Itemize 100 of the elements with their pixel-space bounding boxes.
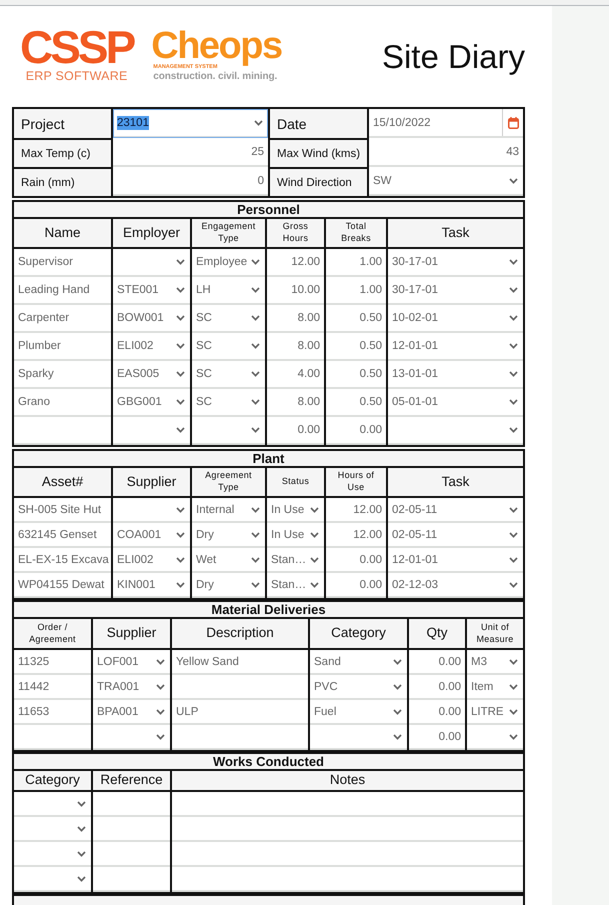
number-field[interactable]: 25 — [113, 138, 268, 167]
dropdown[interactable]: ELI002 — [113, 333, 190, 361]
dropdown[interactable]: Item — [467, 675, 523, 700]
number-field[interactable]: 0 — [113, 167, 268, 196]
dropdown[interactable]: COA001 — [113, 523, 190, 548]
text-field[interactable]: Yellow Sand — [172, 650, 308, 675]
dropdown[interactable] — [113, 498, 190, 523]
dropdown[interactable]: PVC — [310, 675, 407, 700]
dropdown[interactable]: Stan… — [267, 573, 324, 598]
dropdown[interactable]: LITRE — [467, 700, 523, 725]
dropdown[interactable]: SC — [192, 333, 265, 361]
dropdown[interactable] — [388, 417, 523, 445]
number-field[interactable]: 0.00 — [409, 725, 465, 750]
dropdown[interactable]: Stan… — [267, 548, 324, 573]
dropdown[interactable]: 05-01-01 — [388, 389, 523, 417]
number-field[interactable]: 4.00 — [267, 361, 324, 389]
dropdown[interactable] — [192, 417, 265, 445]
dropdown[interactable]: 23101 — [113, 109, 268, 138]
number-field[interactable]: 0.00 — [409, 650, 465, 675]
number-field[interactable]: 0.50 — [326, 389, 386, 417]
dropdown[interactable]: LH — [192, 277, 265, 305]
dropdown[interactable] — [14, 842, 91, 867]
dropdown[interactable] — [93, 725, 170, 750]
dropdown[interactable]: In Use — [267, 523, 324, 548]
dropdown[interactable]: Dry — [192, 573, 265, 598]
number-field[interactable]: 0.00 — [409, 675, 465, 700]
number-field[interactable]: 0.00 — [326, 548, 386, 573]
dropdown[interactable]: In Use — [267, 498, 324, 523]
text-field[interactable] — [93, 842, 170, 867]
text-field[interactable] — [14, 725, 91, 750]
dropdown[interactable] — [113, 249, 190, 277]
text-field[interactable]: ULP — [172, 700, 308, 725]
number-field[interactable]: 12.00 — [326, 498, 386, 523]
dropdown[interactable]: 30-17-01 — [388, 249, 523, 277]
dropdown[interactable]: 02-05-11 — [388, 523, 523, 548]
dropdown[interactable]: 02-05-11 — [388, 498, 523, 523]
text-field[interactable] — [172, 725, 308, 750]
number-field[interactable]: 12.00 — [326, 523, 386, 548]
dropdown[interactable]: KIN001 — [113, 573, 190, 598]
text-field[interactable] — [93, 792, 170, 817]
dropdown[interactable]: BOW001 — [113, 305, 190, 333]
dropdown[interactable]: 30-17-01 — [388, 277, 523, 305]
dropdown[interactable]: Fuel — [310, 700, 407, 725]
dropdown[interactable]: ELI002 — [113, 548, 190, 573]
dropdown[interactable]: TRA001 — [93, 675, 170, 700]
text-field[interactable] — [172, 817, 523, 842]
number-field[interactable]: 0.00 — [326, 573, 386, 598]
number-field[interactable]: 0.50 — [326, 361, 386, 389]
dropdown[interactable] — [310, 725, 407, 750]
dropdown[interactable]: Dry — [192, 523, 265, 548]
text-field[interactable] — [93, 867, 170, 892]
text-field[interactable] — [172, 792, 523, 817]
dropdown[interactable]: 10-02-01 — [388, 305, 523, 333]
number-field[interactable]: 8.00 — [267, 305, 324, 333]
number-field[interactable]: 0.00 — [326, 417, 386, 445]
text-field[interactable]: 11325 — [14, 650, 91, 675]
dropdown[interactable]: GBG001 — [113, 389, 190, 417]
number-field[interactable]: 1.00 — [326, 249, 386, 277]
dropdown[interactable]: 13-01-01 — [388, 361, 523, 389]
text-field[interactable]: WP04155 Dewat — [14, 573, 111, 598]
dropdown[interactable] — [467, 725, 523, 750]
text-field[interactable] — [14, 417, 111, 445]
dropdown[interactable]: Employee — [192, 249, 265, 277]
number-field[interactable]: 0.50 — [326, 333, 386, 361]
text-field[interactable]: Sparky — [14, 361, 111, 389]
text-field[interactable] — [172, 842, 523, 867]
text-field[interactable] — [172, 675, 308, 700]
dropdown[interactable]: SC — [192, 389, 265, 417]
number-field[interactable]: 43 — [369, 138, 523, 167]
text-field[interactable] — [93, 817, 170, 842]
dropdown[interactable] — [113, 417, 190, 445]
number-field[interactable]: 1.00 — [326, 277, 386, 305]
text-field[interactable]: Grano — [14, 389, 111, 417]
text-field[interactable]: EL-EX-15 Excava — [14, 548, 111, 573]
dropdown[interactable]: SC — [192, 361, 265, 389]
text-field[interactable]: Plumber — [14, 333, 111, 361]
dropdown[interactable]: 02-12-03 — [388, 573, 523, 598]
text-field[interactable]: 11442 — [14, 675, 91, 700]
dropdown[interactable]: EAS005 — [113, 361, 190, 389]
text-field[interactable] — [172, 867, 523, 892]
text-field[interactable]: 632145 Genset — [14, 523, 111, 548]
number-field[interactable]: 8.00 — [267, 389, 324, 417]
dropdown[interactable]: Internal — [192, 498, 265, 523]
dropdown[interactable] — [14, 867, 91, 892]
text-field[interactable]: Carpenter — [14, 305, 111, 333]
number-field[interactable]: 8.00 — [267, 333, 324, 361]
number-field[interactable]: 0.00 — [409, 700, 465, 725]
text-field[interactable]: 11653 — [14, 700, 91, 725]
dropdown[interactable]: SW — [369, 167, 523, 196]
text-field[interactable]: SH-005 Site Hut — [14, 498, 111, 523]
dropdown[interactable]: 12-01-01 — [388, 333, 523, 361]
text-field[interactable]: Supervisor — [14, 249, 111, 277]
text-field[interactable]: Leading Hand — [14, 277, 111, 305]
dropdown[interactable]: STE001 — [113, 277, 190, 305]
dropdown[interactable] — [14, 817, 91, 842]
dropdown[interactable]: M3 — [467, 650, 523, 675]
dropdown[interactable]: BPA001 — [93, 700, 170, 725]
dropdown[interactable] — [14, 792, 91, 817]
dropdown[interactable]: Wet — [192, 548, 265, 573]
date-field[interactable]: 15/10/2022 — [369, 109, 523, 138]
